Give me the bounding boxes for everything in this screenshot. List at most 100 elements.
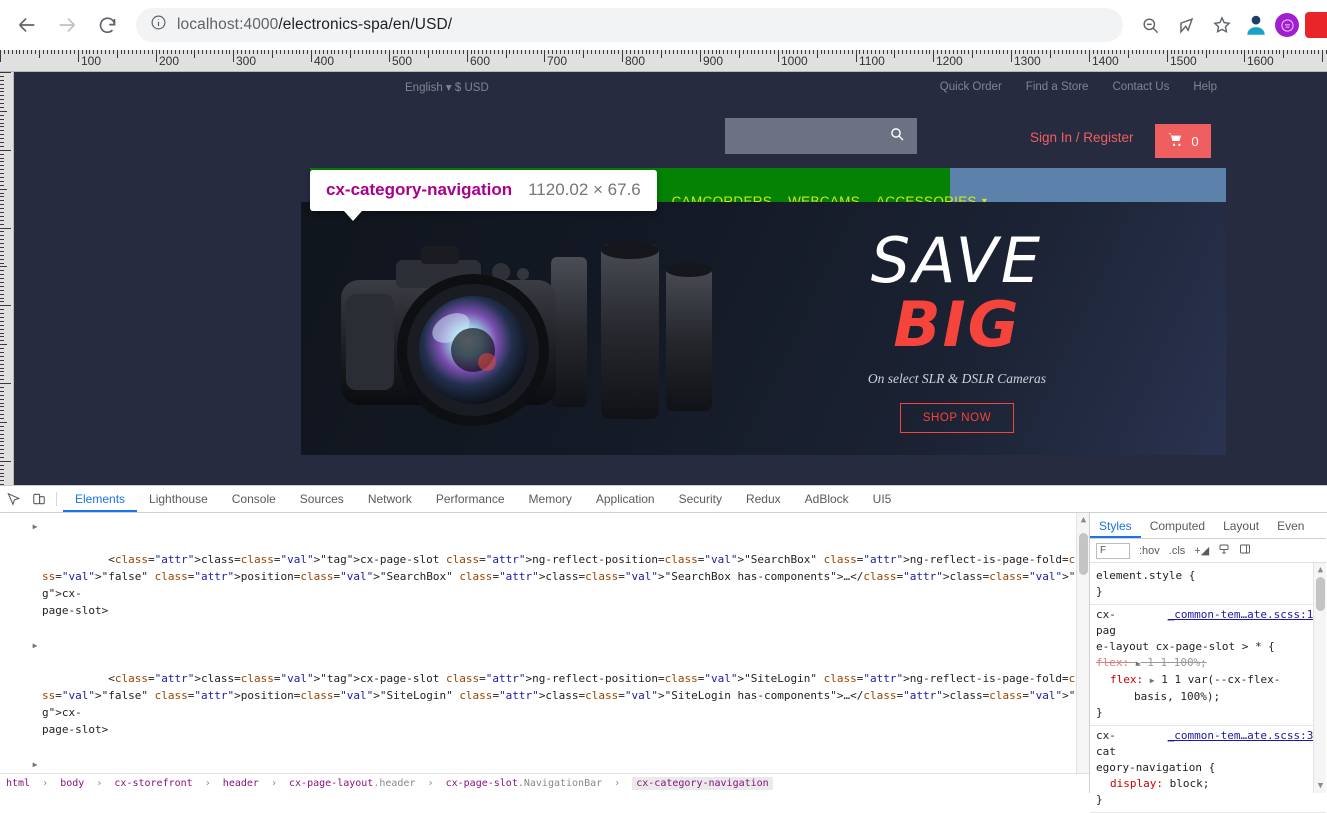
inspector-tooltip: cx-category-navigation 1120.02 × 67.6 [310,170,657,221]
language-currency-selector[interactable]: English ▾ $ USD [405,80,489,94]
devtools-tab-application[interactable]: Application [584,486,667,512]
rule-declaration-struck[interactable]: flex: ▶ 1 1 100%; [1096,655,1320,672]
page-viewport: English ▾ $ USD Quick Order Find a Store… [0,50,1327,485]
print-media-icon[interactable] [1218,543,1230,558]
style-rule-page-layout[interactable]: cx- _common-tem…ate.scss:17 pag e-layout… [1090,605,1326,726]
style-rule-element-style[interactable]: element.style { } [1090,566,1326,605]
devtools-tab-security[interactable]: Security [667,486,734,512]
dom-line[interactable]: ▶ <class="attr">class=class="val">"tag">… [0,636,1089,755]
shop-now-button[interactable]: SHOP NOW [899,403,1015,434]
device-toolbar-icon[interactable] [26,486,52,512]
horizontal-ruler: 100 200 300 400 500 600 700 800 900 1000 1100 1200 1… [0,50,1327,72]
topnav-item-contact-us[interactable]: Contact Us [1112,81,1169,93]
topnav-item-find-a-store[interactable]: Find a Store [1026,81,1089,93]
search-input[interactable] [725,118,917,154]
topnav-item-help[interactable]: Help [1193,81,1217,93]
star-icon[interactable] [1207,10,1237,40]
banner-text: SAVE BIG On select SLR & DSLR Cameras SH… [867,224,1046,434]
devtools-tab-elements[interactable]: Elements [63,486,137,512]
scrollbar-thumb[interactable] [1316,577,1325,611]
rule-declaration[interactable]: flex: ▶ 1 1 var(--cx-flex- [1096,672,1320,689]
hov-button[interactable]: :hov [1139,545,1160,557]
expand-triangle-icon[interactable]: ▶ [30,756,40,773]
extension-red-icon[interactable] [1305,12,1327,38]
styles-rules: element.style { } cx- _common-tem…ate.sc… [1090,563,1326,813]
page-info-icon[interactable] [150,14,167,36]
dom-line-text: <class="attr">class=class="val">"tag">cx… [42,553,1089,617]
scrollbar-thumb[interactable] [1079,533,1088,575]
address-bar[interactable]: localhost:4000/electronics-spa/en/USD/ [136,8,1123,42]
dom-scrollbar[interactable]: ▲ ▼ [1076,513,1089,793]
devtools-tab-redux[interactable]: Redux [734,486,793,512]
style-rule-category-navigation[interactable]: cx- _common-tem…ate.scss:38 cat egory-na… [1090,726,1326,813]
devtools-tab-performance[interactable]: Performance [424,486,517,512]
reload-icon[interactable] [90,8,124,42]
rule-selector-part2: pag [1096,624,1116,637]
rule-close: } [1096,793,1103,806]
sign-in-register-link[interactable]: Sign In / Register [1030,130,1134,145]
expand-triangle-icon[interactable]: ▶ [30,518,40,535]
rule-source-link[interactable]: _common-tem…ate.scss:38 [1168,728,1320,744]
banner-line1: SAVE [870,224,1044,297]
dom-tree-pane[interactable]: ▶ <class="attr">class=class="val">"tag">… [0,513,1090,793]
styles-tab-computed[interactable]: Computed [1141,513,1214,538]
banner-line2: BIG [893,288,1021,361]
expand-triangle-icon[interactable]: ▶ [1136,659,1141,668]
tooltip-arrow [344,211,362,221]
devtools-tab-memory[interactable]: Memory [517,486,584,512]
cart-count: 0 [1191,133,1199,149]
forward-arrow-icon[interactable] [50,8,84,42]
devtools-tab-lighthouse[interactable]: Lighthouse [137,486,220,512]
devtools-tabbar: Elements Lighthouse Console Sources Netw… [0,486,1327,513]
rule-selector-part3: e-layout cx-page-slot > * { [1096,640,1275,653]
currency-value: $ USD [454,82,489,94]
styles-filter-input[interactable]: F [1096,542,1130,559]
scroll-up-arrow-icon[interactable]: ▲ [1079,515,1088,525]
add-style-rule-icon[interactable]: +◢ [1194,544,1209,557]
devtools-tab-sources[interactable]: Sources [288,486,356,512]
breadcrumb[interactable]: html › body › cx-storefront › header › c… [0,773,1089,793]
rule-selector-part1: cx- [1096,608,1116,621]
zoom-out-icon[interactable] [1135,10,1165,40]
devtools-tab-adblock[interactable]: AdBlock [793,486,861,512]
devtools-tab-console[interactable]: Console [220,486,288,512]
scroll-up-arrow-icon[interactable]: ▲ [1316,565,1325,575]
rule-source-link[interactable]: _common-tem…ate.scss:17 [1168,607,1320,623]
language-value: English [405,82,443,94]
decl-value-cont: basis, 100%); [1134,690,1221,703]
extension-purple-icon[interactable] [1275,13,1299,37]
styles-tab-layout[interactable]: Layout [1214,513,1268,538]
styles-tabbar: Styles Computed Layout Even [1090,513,1326,539]
mini-cart-button[interactable]: 0 [1155,124,1211,158]
devtools-tab-ui5[interactable]: UI5 [861,486,904,512]
camera-photo [341,241,712,426]
styles-tab-styles[interactable]: Styles [1090,513,1141,538]
rule-selector: element.style { [1096,569,1196,582]
promo-banner[interactable]: SAVE BIG On select SLR & DSLR Cameras SH… [301,202,1226,455]
rule-selector-part3: egory-navigation { [1096,761,1216,774]
back-arrow-icon[interactable] [10,8,44,42]
toggle-sidebar-icon[interactable] [1239,543,1251,558]
profile-avatar-icon[interactable] [1243,12,1269,38]
dom-line[interactable]: ▶ <class="attr">class=class="val">"tag">… [0,517,1089,636]
scroll-down-arrow-icon[interactable]: ▼ [1316,781,1325,791]
cls-button[interactable]: .cls [1169,545,1186,557]
tooltip-tag-name: cx-category-navigation [326,180,513,199]
rule-close: } [1096,585,1103,598]
decl-value: block; [1169,777,1210,790]
expand-triangle-icon[interactable]: ▶ [30,637,40,654]
url-path: /electronics-spa/en/USD/ [278,16,453,33]
rule-declaration[interactable]: display: block; [1096,776,1320,792]
decl-prop: display: [1110,777,1163,790]
inspect-element-icon[interactable] [0,486,26,512]
styles-scrollbar[interactable]: ▲ ▼ [1313,563,1326,793]
magnifier-icon[interactable] [889,126,905,147]
devtools-tab-network[interactable]: Network [356,486,424,512]
styles-toolbar: F :hov .cls +◢ [1090,539,1326,563]
styles-tab-event-listeners[interactable]: Even [1268,513,1313,538]
topnav-item-quick-order[interactable]: Quick Order [940,81,1002,93]
share-icon[interactable] [1171,10,1201,40]
decl-prop: flex: [1110,673,1144,686]
expand-triangle-icon[interactable]: ▶ [1150,676,1155,685]
banner-subtitle: On select SLR & DSLR Cameras [867,371,1046,387]
